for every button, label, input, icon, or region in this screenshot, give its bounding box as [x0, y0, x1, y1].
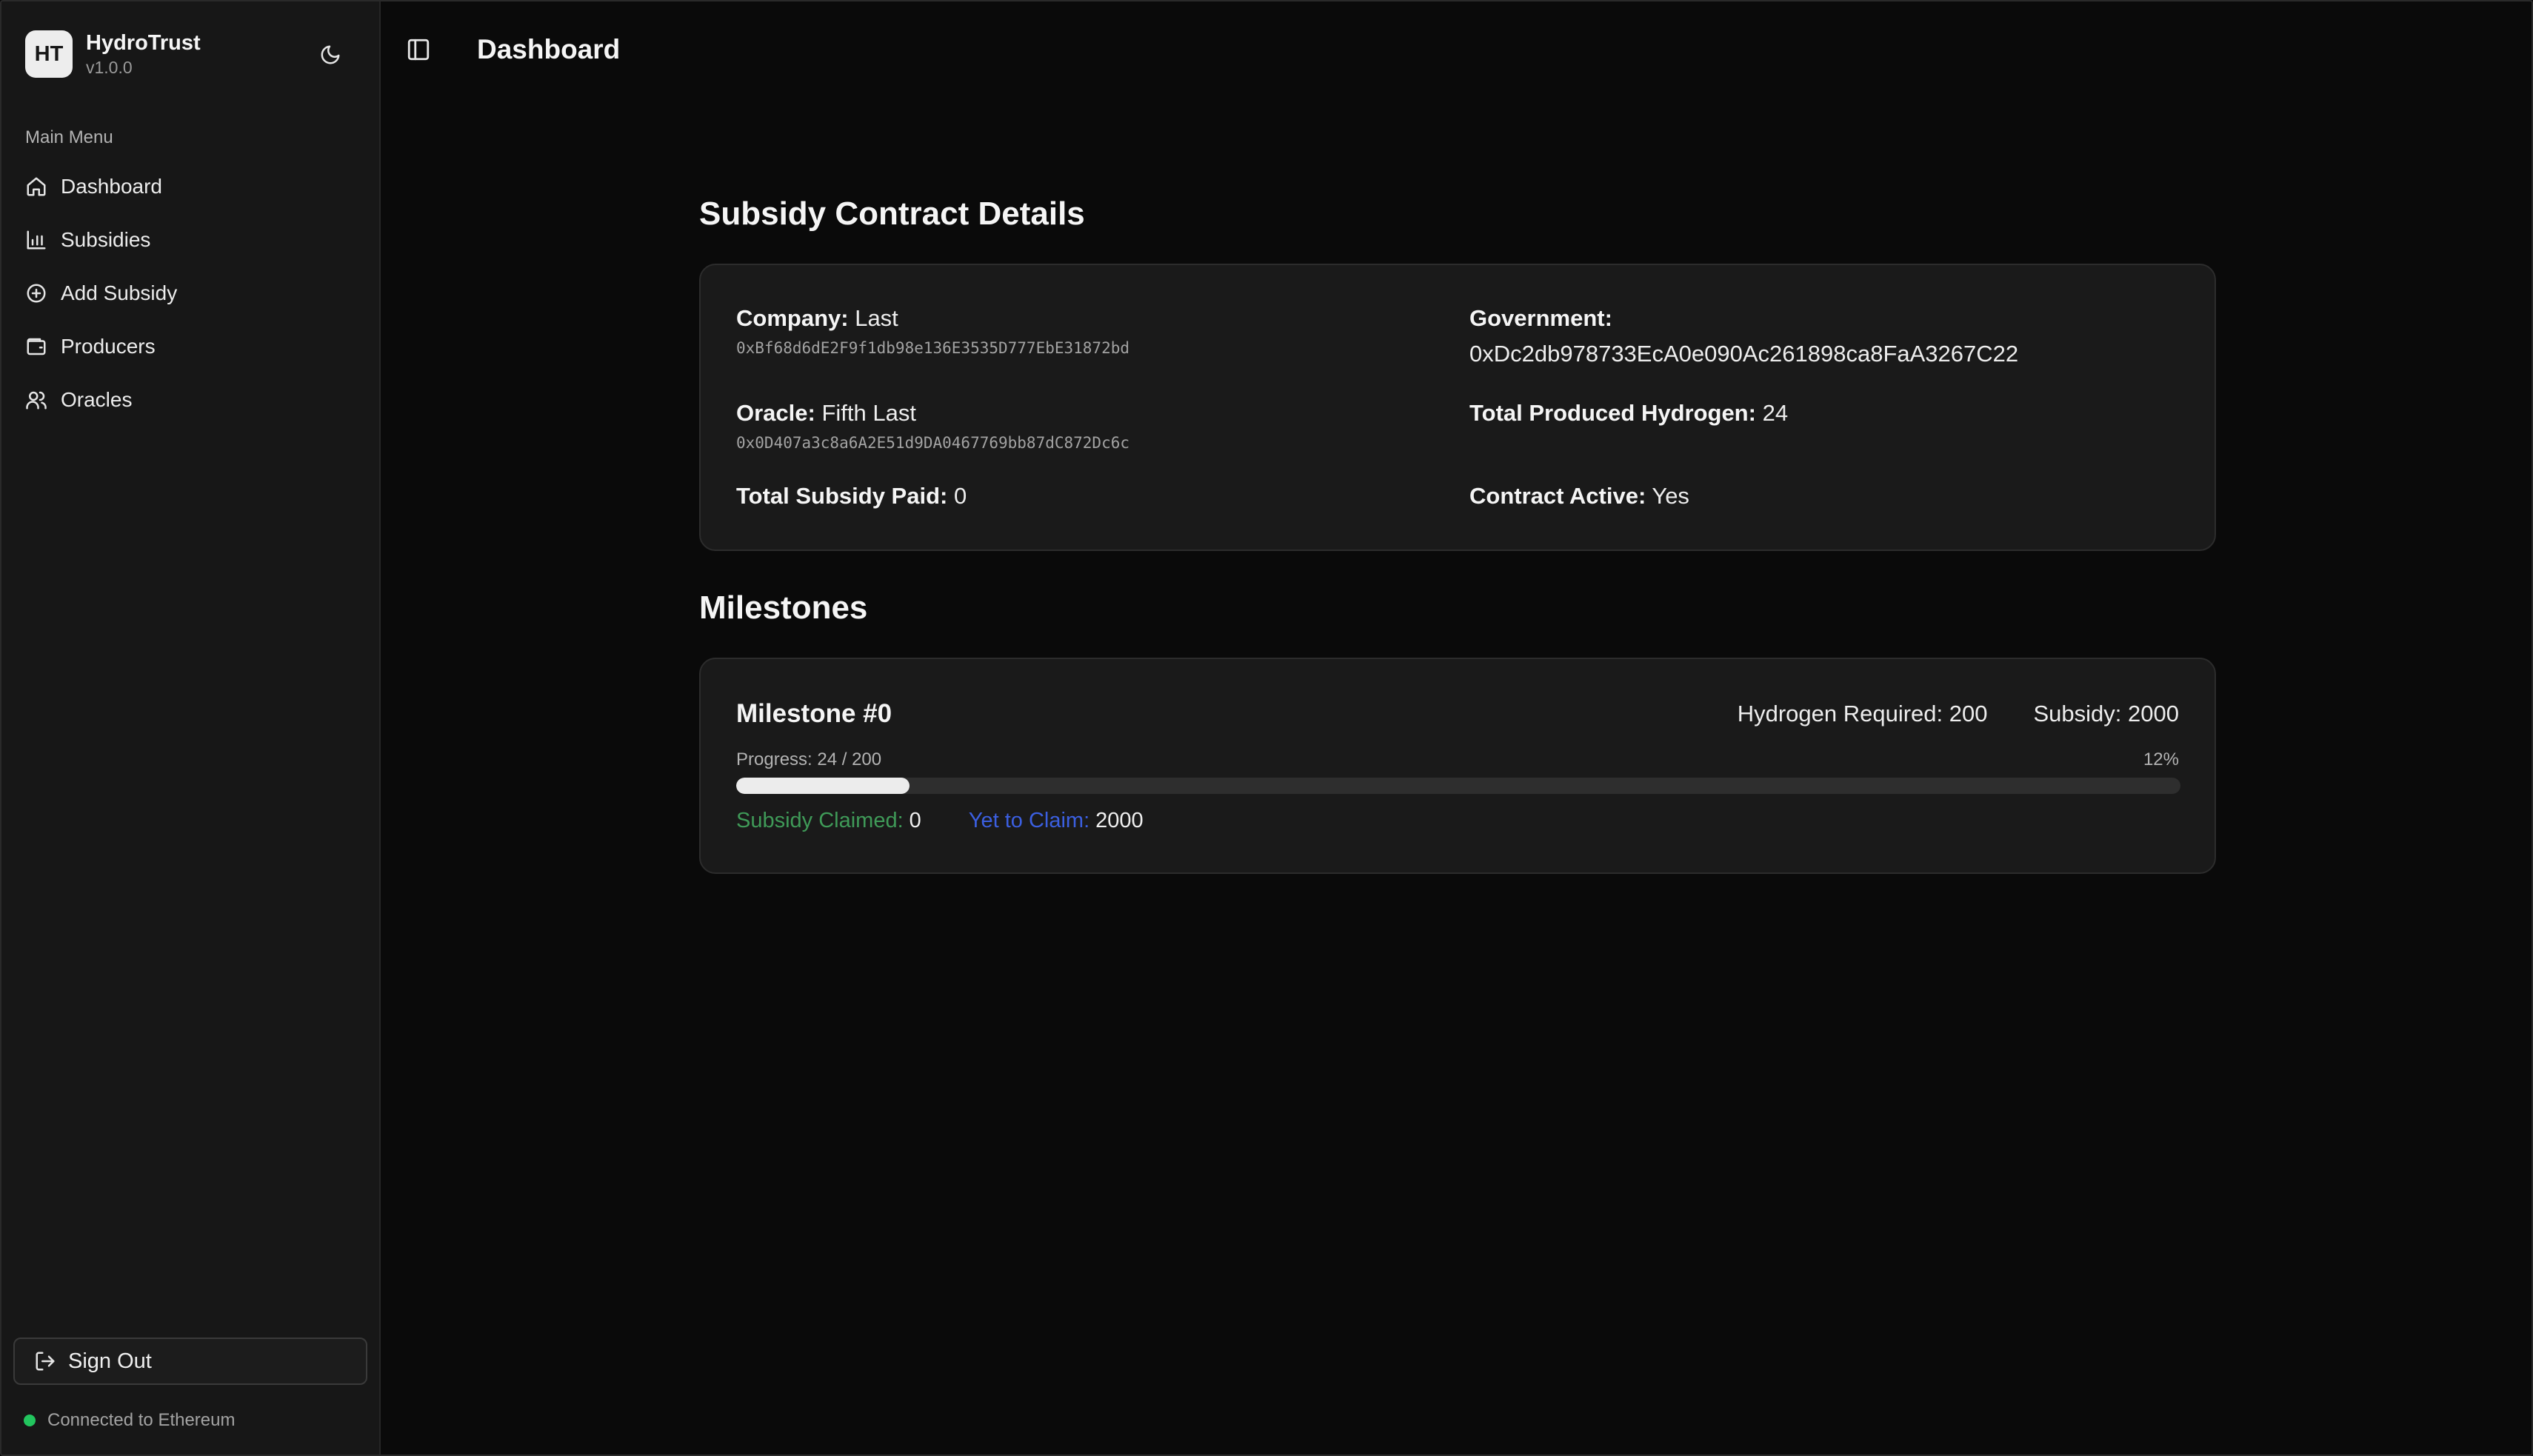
contract-active-field: Contract Active: Yes	[1469, 483, 1689, 510]
yet-to-claim-label: Yet to Claim:	[968, 809, 1090, 832]
sidebar-item-producers[interactable]: Producers	[13, 320, 369, 373]
brand[interactable]: HT HydroTrust v1.0.0	[25, 30, 201, 79]
status-dot-icon	[24, 1415, 36, 1426]
sidebar-item-oracles[interactable]: Oracles	[13, 373, 369, 427]
oracle-field: Oracle: Fifth Last	[736, 400, 916, 427]
main-menu: Dashboard Subsidies Add Subsidy Producer…	[13, 160, 369, 427]
yet-to-claim: Yet to Claim: 2000	[969, 809, 1144, 833]
government-address: 0xDc2db978733EcA0e090Ac261898ca8FaA3267C…	[1469, 341, 2019, 367]
milestone-subsidy: Subsidy: 2000	[2034, 701, 2180, 727]
progress-bar-fill	[736, 778, 910, 794]
home-icon	[27, 177, 46, 196]
connection-status-label: Connected to Ethereum	[47, 1410, 236, 1430]
yet-to-claim-value: 2000	[1095, 809, 1144, 832]
milestone-title: Milestone #0	[736, 699, 892, 728]
subsidy-claimed-value: 0	[909, 809, 921, 832]
contract-active-label: Contract Active:	[1469, 483, 1646, 509]
sidebar-item-label: Subsidies	[61, 228, 151, 251]
oracle-label: Oracle:	[736, 400, 815, 426]
sidebar-toggle-button[interactable]	[406, 37, 431, 62]
page-title: Dashboard	[477, 34, 621, 64]
contract-details-card: Company: Last 0xBf68d6dE2F9f1db98e136E35…	[699, 264, 2216, 551]
company-name: Last	[855, 305, 898, 331]
company-label: Company:	[736, 305, 849, 331]
moon-icon	[321, 45, 340, 64]
company-field: Company: Last	[736, 305, 898, 332]
milestone-subsidy-value: 2000	[2128, 701, 2179, 727]
bar-chart-icon	[27, 230, 46, 250]
total-produced-label: Total Produced Hydrogen:	[1469, 400, 1756, 426]
government-label: Government:	[1469, 305, 1612, 331]
app-logo: HT	[25, 30, 73, 78]
menu-section-label: Main Menu	[25, 127, 113, 147]
progress-percent: 12%	[2143, 749, 2179, 769]
contract-section-title: Subsidy Contract Details	[699, 196, 1085, 232]
progress-label: Progress: 24 / 200	[736, 749, 882, 769]
total-produced-field: Total Produced Hydrogen: 24	[1469, 400, 1788, 427]
company-address: 0xBf68d6dE2F9f1db98e136E3535D777EbE31872…	[736, 339, 1130, 357]
sidebar-item-add-subsidy[interactable]: Add Subsidy	[13, 267, 369, 320]
users-icon	[26, 391, 47, 410]
milestone-meta: Hydrogen Required: 200 Subsidy: 2000	[1738, 701, 2179, 727]
sidebar-item-label: Add Subsidy	[61, 281, 178, 304]
total-paid-label: Total Subsidy Paid:	[736, 483, 948, 509]
total-produced-value: 24	[1762, 400, 1789, 426]
milestone-card: Milestone #0 Hydrogen Required: 200 Subs…	[699, 658, 2216, 874]
sidebar-item-label: Producers	[61, 335, 156, 358]
hydrogen-required: Hydrogen Required: 200	[1738, 701, 1988, 727]
oracle-address: 0x0D407a3c8a6A2E51d9DA0467769bb87dC872Dc…	[736, 434, 1130, 452]
hydrogen-required-label: Hydrogen Required:	[1737, 701, 1943, 727]
app-window: HT HydroTrust v1.0.0 Main Menu Dashboard…	[0, 0, 2533, 1456]
wallet-icon	[27, 338, 46, 355]
contract-active-value: Yes	[1652, 483, 1689, 509]
government-field: Government:	[1469, 305, 1612, 332]
sidebar-item-subsidies[interactable]: Subsidies	[13, 213, 369, 267]
panel-left-icon	[407, 39, 430, 61]
subsidy-claimed-label: Subsidy Claimed:	[736, 809, 904, 832]
milestone-claims: Subsidy Claimed: 0 Yet to Claim: 2000	[736, 809, 1144, 833]
milestones-section-title: Milestones	[699, 590, 868, 626]
total-paid-value: 0	[953, 483, 967, 509]
log-out-icon	[36, 1352, 55, 1371]
sidebar-item-label: Dashboard	[61, 175, 162, 198]
plus-circle-icon	[27, 284, 46, 303]
total-paid-field: Total Subsidy Paid: 0	[736, 483, 967, 510]
hydrogen-required-value: 200	[1949, 701, 1988, 727]
theme-toggle-button[interactable]	[316, 40, 345, 70]
subsidy-claimed: Subsidy Claimed: 0	[736, 809, 921, 833]
sidebar: HT HydroTrust v1.0.0 Main Menu Dashboard…	[1, 1, 381, 1455]
sign-out-label: Sign Out	[68, 1349, 152, 1373]
progress-bar	[736, 778, 2180, 794]
app-version: v1.0.0	[86, 58, 133, 77]
sidebar-item-dashboard[interactable]: Dashboard	[13, 160, 369, 213]
sign-out-button[interactable]: Sign Out	[13, 1338, 367, 1385]
oracle-name: Fifth Last	[821, 400, 916, 426]
milestone-subsidy-label: Subsidy:	[2033, 701, 2122, 727]
app-name: HydroTrust	[86, 31, 201, 55]
connection-status: Connected to Ethereum	[24, 1410, 236, 1431]
sidebar-item-label: Oracles	[61, 388, 133, 411]
